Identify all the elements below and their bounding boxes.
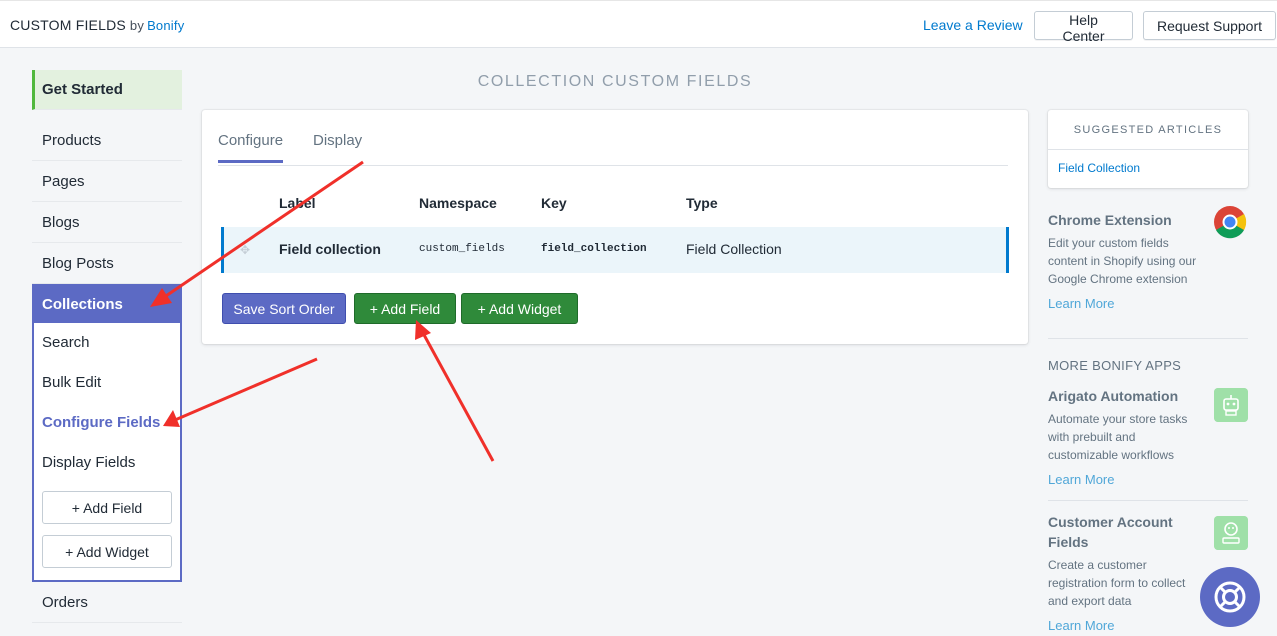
robot-icon bbox=[1214, 388, 1248, 422]
table-row[interactable]: ✥ Field collection custom_fields field_c… bbox=[221, 227, 1009, 273]
sidebar-item-blogs[interactable]: Blogs bbox=[32, 202, 182, 243]
help-center-button[interactable]: Help Center bbox=[1034, 11, 1133, 44]
collections-section: Collections Search Bulk Edit Configure F… bbox=[32, 284, 182, 582]
sidebar-add-widget-button[interactable]: + Add Widget bbox=[42, 535, 172, 568]
sidebar-item-pages[interactable]: Pages bbox=[32, 161, 182, 202]
column-header-namespace: Namespace bbox=[419, 195, 497, 211]
sidebar-item-get-started[interactable]: Get Started bbox=[32, 70, 182, 110]
sidebar-item-collections[interactable]: Collections bbox=[34, 286, 180, 323]
sidebar-item-products[interactable]: Products bbox=[32, 120, 182, 161]
sidebar-subitem-configure-fields[interactable]: Configure Fields bbox=[34, 403, 180, 443]
add-widget-button[interactable]: + Add Widget bbox=[461, 293, 578, 324]
row-namespace: custom_fields bbox=[419, 243, 505, 255]
app-title-customer-fields: Customer Account Fields bbox=[1048, 514, 1173, 550]
sidebar-subitem-display-fields[interactable]: Display Fields bbox=[34, 443, 180, 483]
chrome-extension-title: Chrome Extension bbox=[1048, 212, 1172, 228]
brand-by: by bbox=[129, 18, 145, 33]
help-chat-button[interactable] bbox=[1200, 567, 1260, 627]
more-apps-heading: MORE BONIFY APPS bbox=[1048, 358, 1182, 373]
suggested-articles-title: SUGGESTED ARTICLES bbox=[1048, 110, 1248, 150]
app-promo-arigato: Arigato Automation Automate your store t… bbox=[1048, 386, 1248, 487]
row-key: field_collection bbox=[541, 243, 647, 255]
request-support-button[interactable]: Request Support bbox=[1143, 11, 1276, 40]
collections-padding bbox=[34, 568, 180, 580]
article-link-field-collection[interactable]: Field Collection bbox=[1048, 150, 1248, 175]
app-desc-customer-fields: Create a customer registration form to c… bbox=[1048, 558, 1186, 608]
sidebar: Get Started Products Pages Blogs Blog Po… bbox=[32, 70, 182, 623]
top-bar: CUSTOM FIELDS by Bonify Leave a Review Hel… bbox=[0, 0, 1277, 48]
sidebar-item-orders[interactable]: Orders bbox=[32, 582, 182, 623]
tab-display[interactable]: Display bbox=[313, 132, 362, 161]
drag-handle-icon[interactable]: ✥ bbox=[240, 243, 250, 257]
app-brand: CUSTOM FIELDS by Bonify bbox=[10, 17, 184, 33]
app-title: CUSTOM FIELDS bbox=[10, 17, 126, 33]
lifebuoy-icon bbox=[1214, 581, 1246, 613]
sidebar-subitem-bulk-edit[interactable]: Bulk Edit bbox=[34, 363, 180, 403]
add-field-button[interactable]: + Add Field bbox=[354, 293, 456, 324]
chrome-extension-desc: Edit your custom fields content in Shopi… bbox=[1048, 236, 1197, 286]
leave-review-link[interactable]: Leave a Review bbox=[923, 17, 1023, 33]
row-label[interactable]: Field collection bbox=[279, 241, 381, 257]
arrow-to-configure-fields bbox=[174, 357, 318, 422]
chrome-extension-learn-more[interactable]: Learn More bbox=[1048, 296, 1248, 311]
sidebar-add-field-button[interactable]: + Add Field bbox=[42, 491, 172, 524]
right-divider-2 bbox=[1048, 500, 1248, 501]
column-header-type: Type bbox=[686, 195, 718, 211]
column-header-label: Label bbox=[279, 195, 316, 211]
app-desc-arigato: Automate your store tasks with prebuilt … bbox=[1048, 412, 1188, 462]
chrome-extension-promo: Chrome Extension Edit your custom fields… bbox=[1048, 206, 1248, 311]
column-header-key: Key bbox=[541, 195, 567, 211]
customer-icon bbox=[1214, 516, 1248, 550]
vendor-link[interactable]: Bonify bbox=[147, 18, 184, 33]
tab-configure[interactable]: Configure bbox=[218, 132, 284, 163]
sidebar-subitem-search[interactable]: Search bbox=[34, 323, 180, 363]
right-divider bbox=[1048, 338, 1248, 339]
sidebar-item-blog-posts[interactable]: Blog Posts bbox=[32, 243, 182, 284]
chrome-icon bbox=[1214, 206, 1247, 239]
app-title-arigato: Arigato Automation bbox=[1048, 388, 1179, 404]
app-learn-more-arigato[interactable]: Learn More bbox=[1048, 472, 1248, 487]
row-type: Field Collection bbox=[686, 241, 782, 257]
tab-bar: Configure Display bbox=[218, 110, 1008, 166]
fields-card: Configure Display Label Namespace Key Ty… bbox=[202, 110, 1028, 344]
save-sort-order-button[interactable]: Save Sort Order bbox=[222, 293, 346, 324]
suggested-articles-card: SUGGESTED ARTICLES Field Collection bbox=[1048, 110, 1248, 188]
arrow-to-add-field bbox=[421, 332, 495, 462]
page-title: COLLECTION CUSTOM FIELDS bbox=[477, 73, 753, 90]
